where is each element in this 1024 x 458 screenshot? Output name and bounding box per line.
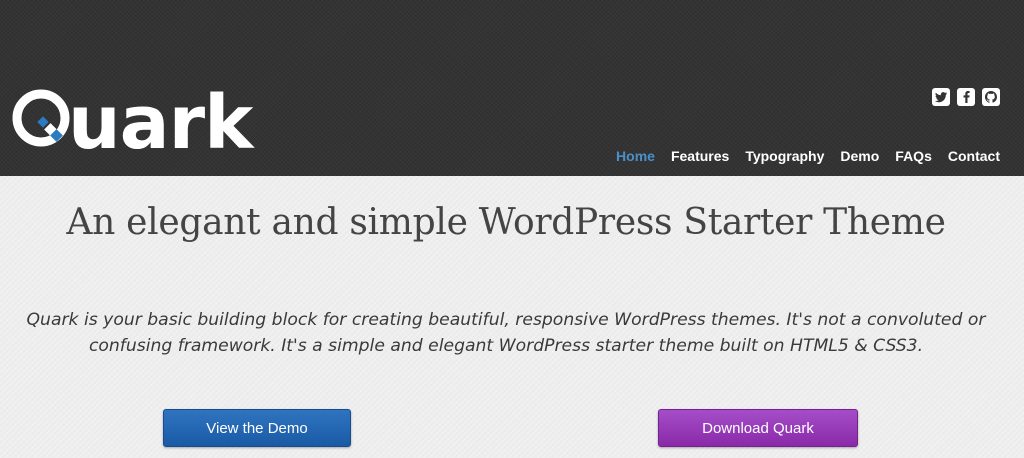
nav-item-faqs[interactable]: FAQs bbox=[895, 148, 932, 164]
logo-q-icon bbox=[12, 89, 70, 147]
hero-section: An elegant and simple WordPress Starter … bbox=[0, 176, 1024, 458]
nav-item-contact[interactable]: Contact bbox=[948, 148, 1000, 164]
logo-text: uark bbox=[68, 80, 253, 166]
social-links bbox=[932, 88, 1000, 106]
twitter-icon[interactable] bbox=[932, 88, 950, 106]
github-icon[interactable] bbox=[982, 88, 1000, 106]
download-quark-button[interactable]: Download Quark bbox=[658, 409, 858, 447]
site-header: uark Home Features Typography Demo FAQs … bbox=[0, 0, 1024, 176]
facebook-icon[interactable] bbox=[957, 88, 975, 106]
hero-intro: Quark is your basic building block for c… bbox=[26, 310, 986, 356]
main-nav: Home Features Typography Demo FAQs Conta… bbox=[616, 148, 1000, 164]
logo-q-mark bbox=[12, 78, 70, 158]
nav-item-features[interactable]: Features bbox=[671, 148, 729, 164]
nav-item-demo[interactable]: Demo bbox=[840, 148, 879, 164]
view-demo-button[interactable]: View the Demo bbox=[163, 409, 351, 447]
nav-item-home[interactable]: Home bbox=[616, 148, 655, 164]
nav-item-typography[interactable]: Typography bbox=[745, 148, 824, 164]
site-logo[interactable]: uark bbox=[12, 78, 253, 168]
hero-headline: An elegant and simple WordPress Starter … bbox=[66, 202, 946, 243]
